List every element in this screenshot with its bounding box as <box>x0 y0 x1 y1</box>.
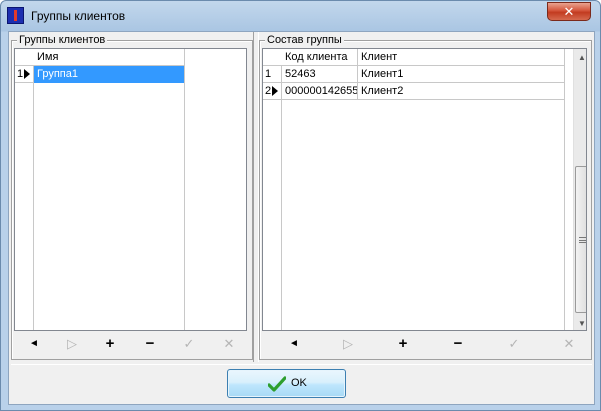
scroll-thumb[interactable] <box>575 166 586 313</box>
post-icon[interactable]: ✓ <box>503 334 525 354</box>
groups-navigator: ◄ ▷ + − ✓ ✕ <box>15 334 247 354</box>
column-divider <box>184 49 185 330</box>
next-icon[interactable]: ▷ <box>61 334 83 354</box>
row-indicator: 2 <box>263 83 282 100</box>
members-vertical-scrollbar[interactable]: ▲ ▼ <box>573 49 586 330</box>
delete-icon[interactable]: − <box>447 334 469 354</box>
row-number: 1 <box>17 68 24 80</box>
table-row[interactable]: 1 Группа1 <box>15 66 185 83</box>
prior-icon[interactable]: ◄ <box>23 334 45 354</box>
dialog-client-area: Группы клиентов Имя 1 Группа1 ◄ ▷ + − ✓ … <box>8 31 595 405</box>
insert-icon[interactable]: + <box>99 334 121 354</box>
window-title: Группы клиентов <box>31 9 126 23</box>
cancel-icon[interactable]: ✕ <box>218 334 240 354</box>
client-code-cell[interactable]: 000000142655 <box>282 83 358 100</box>
title-bar[interactable]: Группы клиентов ✕ <box>1 1 600 31</box>
row-number: 1 <box>265 68 272 80</box>
client-name-cell[interactable]: Клиент1 <box>358 66 565 83</box>
table-row[interactable]: 1 52463 Клиент1 <box>263 66 565 83</box>
checkmark-icon <box>268 376 286 392</box>
app-icon <box>7 7 24 24</box>
column-divider <box>564 49 565 330</box>
row-indicator-column <box>15 49 34 330</box>
delete-icon[interactable]: − <box>139 334 161 354</box>
prior-icon[interactable]: ◄ <box>283 334 305 354</box>
scroll-down-icon[interactable]: ▼ <box>574 315 586 330</box>
dialog-window: Группы клиентов ✕ Группы клиентов Имя 1 … <box>0 0 601 411</box>
scroll-grip-icon <box>579 237 586 243</box>
insert-icon[interactable]: + <box>392 334 414 354</box>
next-icon[interactable]: ▷ <box>337 334 359 354</box>
groups-panel-title: Группы клиентов <box>17 34 108 46</box>
groups-grid[interactable]: Имя 1 Группа1 <box>14 48 247 331</box>
row-indicator: 1 <box>15 66 34 83</box>
row-number: 2 <box>265 85 272 97</box>
groups-grid-header: Имя <box>15 49 185 66</box>
footer-separator <box>11 364 592 365</box>
current-row-arrow-icon <box>24 69 30 79</box>
table-row[interactable]: 2 000000142655 Клиент2 <box>263 83 565 100</box>
client-code-cell[interactable]: 52463 <box>282 66 358 83</box>
column-header-client-code[interactable]: Код клиента <box>282 49 358 66</box>
members-panel: Состав группы Код клиента Клиент 1 52463… <box>259 32 592 362</box>
ok-button-label: OK <box>291 377 307 389</box>
members-panel-title: Состав группы <box>265 34 344 46</box>
current-row-arrow-icon <box>272 86 278 96</box>
column-header-name[interactable]: Имя <box>34 49 185 66</box>
scroll-up-icon[interactable]: ▲ <box>574 49 586 66</box>
members-navigator: ◄ ▷ + − ✓ ✕ <box>263 334 585 354</box>
group-name-cell[interactable]: Группа1 <box>34 66 185 83</box>
row-indicator: 1 <box>263 66 282 83</box>
members-grid-header: Код клиента Клиент <box>263 49 565 66</box>
post-icon[interactable]: ✓ <box>178 334 200 354</box>
cancel-icon[interactable]: ✕ <box>558 334 580 354</box>
column-header-client[interactable]: Клиент <box>358 49 565 66</box>
members-grid[interactable]: Код клиента Клиент 1 52463 Клиент1 2 000… <box>262 48 587 331</box>
ok-button[interactable]: OK <box>227 369 346 398</box>
groups-panel: Группы клиентов Имя 1 Группа1 ◄ ▷ + − ✓ … <box>11 32 253 362</box>
close-button[interactable]: ✕ <box>547 2 591 21</box>
client-name-cell[interactable]: Клиент2 <box>358 83 565 100</box>
